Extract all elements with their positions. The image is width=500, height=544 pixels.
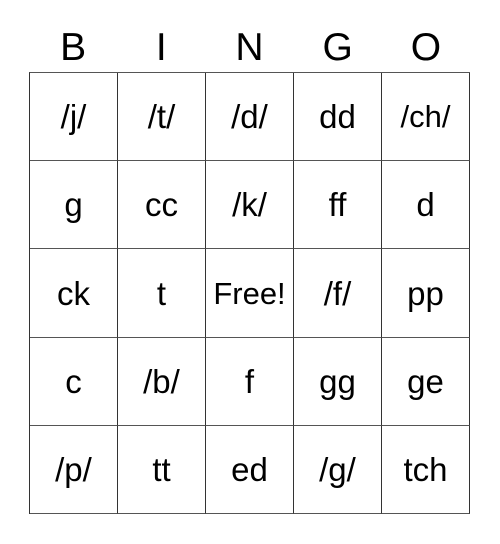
bingo-row: c /b/ f gg ge (30, 337, 470, 426)
bingo-cell-label: tch (403, 450, 448, 488)
bingo-cell-label: /g/ (319, 450, 356, 488)
bingo-cell-o4[interactable]: ge (382, 337, 470, 426)
bingo-cell-free-space[interactable]: Free! (206, 249, 294, 338)
bingo-cell-g1[interactable]: dd (294, 73, 382, 162)
bingo-header-row: B I N G O (29, 22, 470, 72)
bingo-cell-o2[interactable]: d (382, 161, 470, 250)
bingo-cell-label: cc (145, 186, 178, 224)
bingo-cell-label: gg (319, 362, 356, 400)
bingo-cell-i1[interactable]: /t/ (118, 73, 206, 162)
bingo-cell-label: dd (319, 98, 356, 136)
bingo-cell-label: t (156, 274, 167, 312)
bingo-cell-n1[interactable]: /d/ (206, 73, 294, 162)
bingo-header-letter-n: N (235, 25, 264, 69)
bingo-cell-label: d (416, 186, 435, 224)
bingo-cell-g4[interactable]: gg (294, 337, 382, 426)
bingo-grid: /j/ /t/ /d/ dd /ch/ g cc /k/ ff d ck t F… (29, 72, 470, 515)
bingo-cell-label: f (244, 362, 255, 400)
bingo-cell-b2[interactable]: g (30, 161, 118, 250)
bingo-row: /p/ tt ed /g/ tch (30, 425, 470, 515)
bingo-cell-b3[interactable]: ck (30, 249, 118, 338)
bingo-cell-o3[interactable]: pp (382, 249, 470, 338)
bingo-row: /j/ /t/ /d/ dd /ch/ (30, 73, 470, 162)
bingo-cell-label: ck (57, 274, 90, 312)
bingo-cell-label: /p/ (55, 450, 92, 488)
bingo-free-label: Free! (213, 275, 286, 311)
bingo-row: g cc /k/ ff d (30, 161, 470, 250)
bingo-cell-label: tt (152, 450, 171, 488)
bingo-cell-b5[interactable]: /p/ (30, 425, 118, 515)
bingo-cell-label: /b/ (143, 362, 180, 400)
bingo-row: ck t Free! /f/ pp (30, 249, 470, 338)
bingo-cell-label: g (64, 186, 83, 224)
bingo-cell-n4[interactable]: f (206, 337, 294, 426)
bingo-cell-n2[interactable]: /k/ (206, 161, 294, 250)
bingo-cell-label: /t/ (147, 98, 176, 136)
bingo-cell-i4[interactable]: /b/ (118, 337, 206, 426)
bingo-header-letter-g: G (322, 25, 353, 69)
bingo-cell-label: /j/ (60, 98, 87, 136)
bingo-cell-n5[interactable]: ed (206, 425, 294, 515)
bingo-cell-i3[interactable]: t (118, 249, 206, 338)
bingo-cell-label: /ch/ (400, 99, 451, 135)
bingo-cell-label: ge (407, 362, 444, 400)
bingo-card: B I N G O /j/ /t/ /d/ dd /ch/ g cc /k/ f… (0, 0, 500, 544)
bingo-cell-g3[interactable]: /f/ (294, 249, 382, 338)
bingo-cell-label: /k/ (232, 186, 267, 224)
bingo-cell-label: pp (407, 274, 444, 312)
bingo-cell-o1[interactable]: /ch/ (382, 73, 470, 162)
bingo-cell-label: /d/ (231, 98, 268, 136)
bingo-cell-g2[interactable]: ff (294, 161, 382, 250)
bingo-cell-label: /f/ (323, 274, 352, 312)
bingo-cell-b1[interactable]: /j/ (30, 73, 118, 162)
bingo-cell-label: ff (328, 186, 347, 224)
bingo-cell-i2[interactable]: cc (118, 161, 206, 250)
bingo-cell-b4[interactable]: c (30, 337, 118, 426)
bingo-cell-label: ed (231, 450, 268, 488)
bingo-cell-label: c (65, 362, 82, 400)
bingo-header-letter-i: I (155, 25, 167, 69)
bingo-header-letter-b: B (60, 25, 87, 69)
bingo-header-letter-o: O (410, 25, 442, 69)
bingo-cell-i5[interactable]: tt (118, 425, 206, 515)
bingo-cell-o5[interactable]: tch (382, 425, 470, 515)
bingo-cell-g5[interactable]: /g/ (294, 425, 382, 515)
